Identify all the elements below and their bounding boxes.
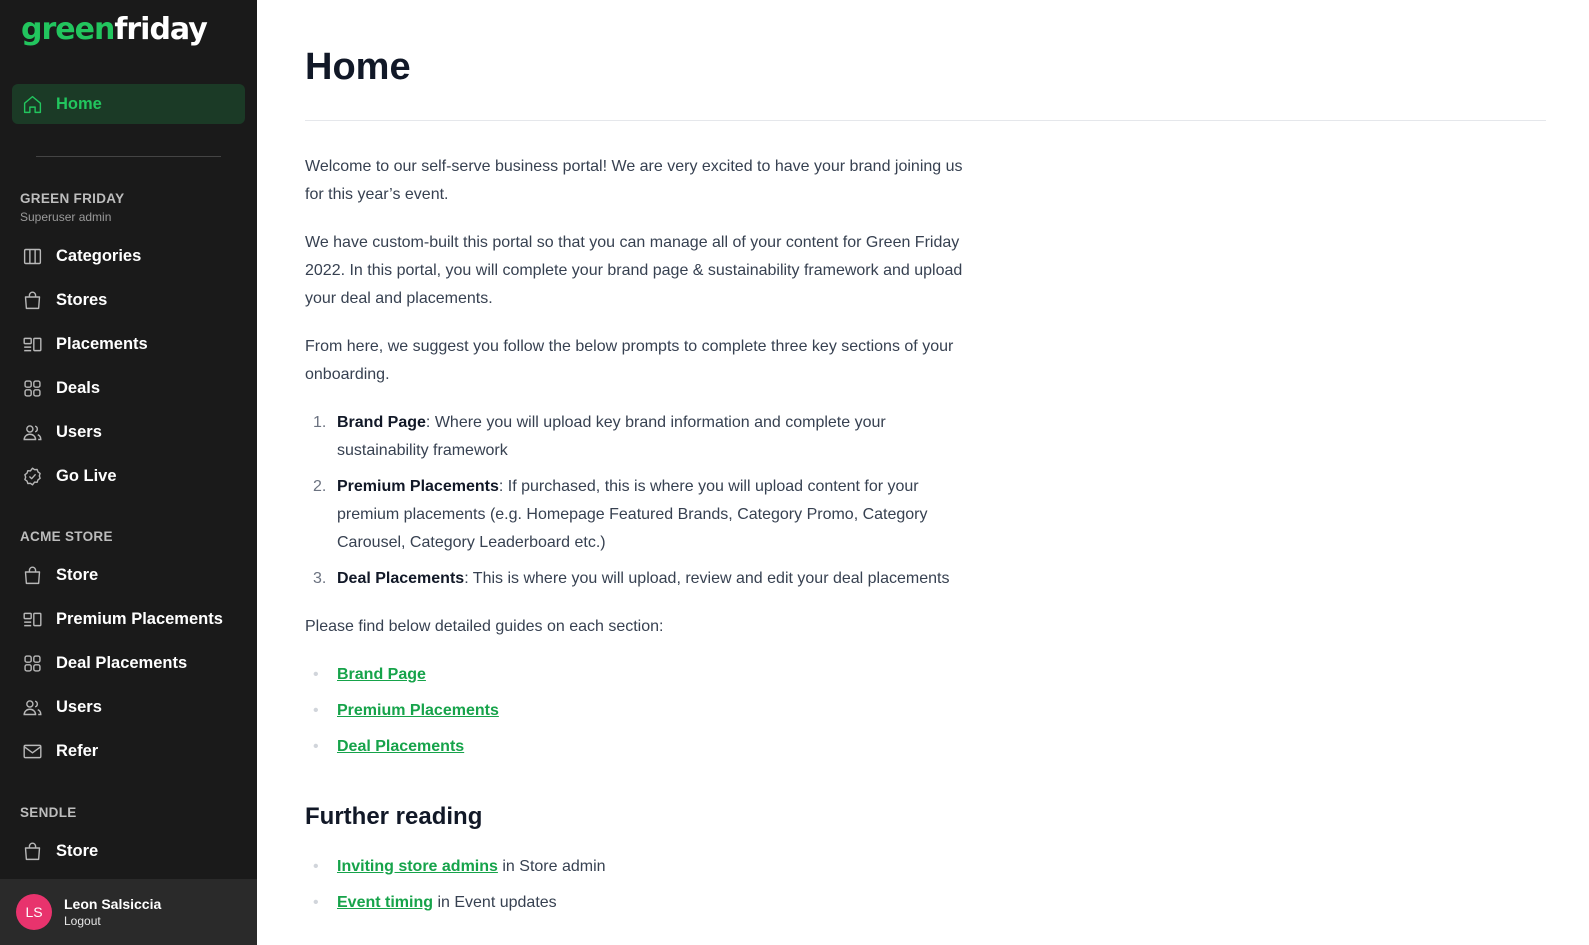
sidebar-item-label: Deal Placements — [56, 653, 188, 672]
guides-intro: Please find below detailed guides on eac… — [305, 618, 664, 635]
list-item: 2. Premium Placements: If purchased, thi… — [305, 473, 965, 557]
link-context: in Store admin — [497, 858, 606, 875]
intro-paragraph-1: Welcome to our self-serve business porta… — [305, 158, 963, 203]
user-panel: LS Leon Salsiccia Logout — [0, 879, 257, 945]
sidebar-item-home[interactable]: Home — [12, 84, 245, 124]
sidebar-item-label: Store — [56, 841, 99, 860]
sidebar-item-label: Home — [56, 94, 102, 113]
sidebar-item-label: Premium Placements — [56, 609, 223, 628]
sidebar-item-label: Stores — [56, 290, 108, 309]
home-icon — [21, 93, 43, 115]
list-item: 1. Brand Page: Where you will upload key… — [305, 409, 965, 465]
placements-icon — [21, 608, 43, 630]
section-title-sendle: SENDLE — [20, 805, 77, 820]
sidebar-item-refer[interactable]: Refer — [12, 731, 245, 771]
list-number: 2. — [313, 478, 327, 495]
sidebar-item-acme-users[interactable]: Users — [12, 687, 245, 727]
avatar[interactable]: LS — [16, 894, 52, 930]
section-title-green-friday: GREEN FRIDAY — [20, 191, 125, 206]
check-badge-icon — [21, 465, 43, 487]
section-subtitle: Superuser admin — [20, 210, 112, 224]
intro-paragraph-3: From here, we suggest you follow the bel… — [305, 338, 954, 383]
sidebar-item-store[interactable]: Store — [12, 555, 245, 595]
sidebar-item-stores[interactable]: Stores — [12, 280, 245, 320]
guides-list: • Brand Page • Premium Placements • Deal Pl… — [305, 661, 965, 761]
list-item: • Event timing in Event updates — [305, 889, 965, 917]
sidebar-item-deal-placements[interactable]: Deal Placements — [12, 643, 245, 683]
grid-icon — [21, 377, 43, 399]
logout-link[interactable]: Logout — [64, 914, 161, 928]
grid-icon — [21, 652, 43, 674]
shopping-bag-icon — [21, 840, 43, 862]
bullet: • — [313, 858, 319, 875]
bullet: • — [313, 666, 319, 683]
list-number: 3. — [313, 570, 327, 587]
logo-part-friday: friday — [114, 12, 207, 47]
step-title: Premium Placements — [337, 478, 499, 495]
list-item: • Inviting store admins in Store admin — [305, 853, 965, 881]
step-title: Deal Placements — [337, 570, 465, 587]
envelope-icon — [21, 740, 43, 762]
users-icon — [21, 696, 43, 718]
link-context: in Event updates — [433, 894, 557, 911]
list-number: 1. — [313, 414, 327, 431]
sidebar-item-label: Users — [56, 422, 102, 441]
sidebar-item-label: Deals — [56, 378, 101, 397]
further-link-inviting-store-admins[interactable]: Inviting store admins — [337, 858, 498, 875]
shopping-bag-icon — [21, 289, 43, 311]
sidebar-item-label: Categories — [56, 246, 142, 265]
intro-paragraph-2: We have custom-built this portal so that… — [305, 234, 963, 307]
page-title: Home — [305, 46, 411, 88]
bullet: • — [313, 738, 319, 755]
sidebar-item-label: Store — [56, 565, 99, 584]
columns-icon — [21, 245, 43, 267]
sidebar: greenfriday Home GREEN FRIDAY Superuser … — [0, 0, 257, 945]
placements-icon — [21, 333, 43, 355]
sidebar-item-label: Placements — [56, 334, 148, 353]
guide-link-premium-placements[interactable]: Premium Placements — [337, 697, 499, 725]
list-item: • Deal Placements — [305, 733, 965, 761]
bullet: • — [313, 894, 319, 911]
sidebar-item-go-live[interactable]: Go Live — [12, 456, 245, 496]
list-item: • Premium Placements — [305, 697, 965, 725]
list-item: • Brand Page — [305, 661, 965, 689]
shopping-bag-icon — [21, 564, 43, 586]
guide-link-deal-placements[interactable]: Deal Placements — [337, 733, 464, 761]
brand-logo[interactable]: greenfriday — [21, 12, 208, 47]
user-name: Leon Salsiccia — [64, 896, 162, 912]
title-divider — [305, 120, 1546, 121]
steps-list: 1. Brand Page: Where you will upload key… — [305, 409, 965, 593]
sidebar-item-users[interactable]: Users — [12, 412, 245, 452]
sidebar-item-categories[interactable]: Categories — [12, 236, 245, 276]
sidebar-item-placements[interactable]: Placements — [12, 324, 245, 364]
sidebar-item-label: Go Live — [56, 466, 117, 485]
users-icon — [21, 421, 43, 443]
sidebar-item-sendle-store[interactable]: Store — [12, 831, 245, 871]
main-content: Home Welcome to our self-serve business … — [257, 0, 1589, 945]
app-root: greenfriday Home GREEN FRIDAY Superuser … — [0, 0, 1589, 945]
further-reading-list: • Inviting store admins in Store admin • E… — [305, 853, 965, 917]
further-link-event-timing[interactable]: Event timing — [337, 894, 433, 911]
step-text: : This is where you will upload, review … — [464, 570, 950, 587]
article: Welcome to our self-serve business porta… — [305, 153, 965, 937]
sidebar-item-deals[interactable]: Deals — [12, 368, 245, 408]
sidebar-divider — [36, 156, 221, 157]
list-item: 3. Deal Placements: This is where you wi… — [305, 565, 965, 593]
bullet: • — [313, 702, 319, 719]
logo-part-green: green — [21, 12, 115, 47]
further-reading-heading: Further reading — [305, 803, 483, 830]
sidebar-item-label: Users — [56, 697, 102, 716]
sidebar-item-label: Refer — [56, 741, 99, 760]
section-title-acme-store: ACME STORE — [20, 529, 113, 544]
sidebar-item-premium-placements[interactable]: Premium Placements — [12, 599, 245, 639]
guide-link-brand-page[interactable]: Brand Page — [337, 661, 426, 689]
step-title: Brand Page — [337, 414, 426, 431]
